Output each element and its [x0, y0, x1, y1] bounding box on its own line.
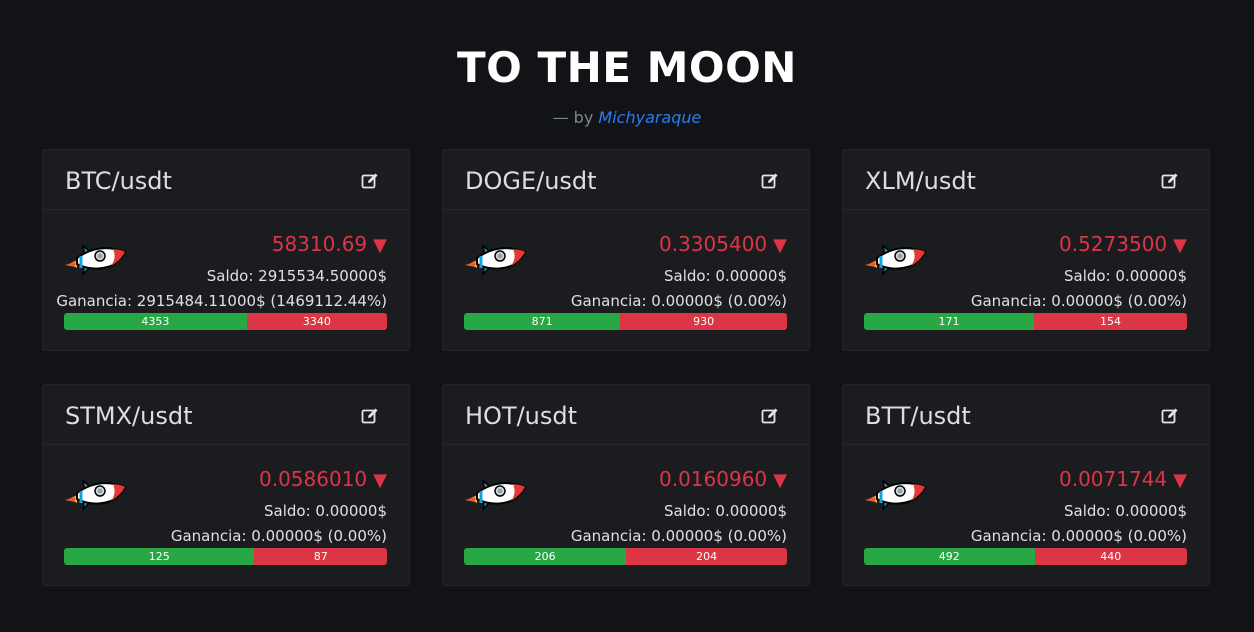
balance-text: Saldo: 0.00000$ — [1064, 267, 1187, 285]
pair-name: XLM/usdt — [865, 167, 976, 195]
buy-count: 492 — [864, 548, 1035, 565]
pair-name: BTC/usdt — [65, 167, 172, 195]
buy-sell-bar: 4353 3340 — [64, 313, 387, 330]
edit-icon[interactable] — [761, 172, 779, 190]
balance-text: Saldo: 0.00000$ — [664, 502, 787, 520]
pair-name: STMX/usdt — [65, 402, 193, 430]
rocket-icon — [865, 244, 927, 277]
buy-count: 206 — [464, 548, 627, 565]
page-header: TO THE MOON — by Michyaraque — [0, 0, 1254, 127]
pair-card: HOT/usdt 0.0160960 ▼ Saldo: 0.00000$ Gan… — [442, 384, 810, 586]
price-value: 58310.69 — [271, 232, 368, 256]
card-body: 0.3305400 ▼ Saldo: 0.00000$ Ganancia: 0.0… — [443, 210, 809, 350]
balance-text: Saldo: 0.00000$ — [664, 267, 787, 285]
pair-card: BTC/usdt 58310.69 ▼ Saldo: 2915534.50000… — [42, 149, 410, 351]
sell-count: 87 — [254, 548, 387, 565]
rocket-icon — [465, 479, 527, 512]
current-price: 0.3305400 ▼ — [659, 232, 787, 258]
rocket-icon — [865, 479, 927, 512]
profit-text: Ganancia: 0.00000$ (0.00%) — [170, 527, 387, 545]
balance-text: Saldo: 2915534.50000$ — [206, 267, 387, 285]
pair-card: STMX/usdt 0.0586010 ▼ Saldo: 0.00000$ Ga… — [42, 384, 410, 586]
card-header: STMX/usdt — [43, 385, 409, 445]
buy-sell-bar: 125 87 — [64, 548, 387, 565]
current-price: 0.0071744 ▼ — [1059, 467, 1187, 493]
sell-count: 440 — [1034, 548, 1187, 565]
edit-icon[interactable] — [1161, 172, 1179, 190]
rocket-icon — [65, 479, 127, 512]
price-value: 0.0586010 — [259, 467, 368, 491]
sell-count: 154 — [1033, 313, 1187, 330]
sell-count: 204 — [626, 548, 787, 565]
profit-text: Ganancia: 0.00000$ (0.00%) — [970, 527, 1187, 545]
card-body: 0.0071744 ▼ Saldo: 0.00000$ Ganancia: 0.0… — [843, 445, 1209, 585]
buy-count: 125 — [64, 548, 255, 565]
page-title: TO THE MOON — [457, 43, 797, 92]
card-body: 0.5273500 ▼ Saldo: 0.00000$ Ganancia: 0.0… — [843, 210, 1209, 350]
rocket-icon — [65, 244, 127, 277]
current-price: 58310.69 ▼ — [272, 232, 387, 258]
balance-text: Saldo: 0.00000$ — [264, 502, 387, 520]
profit-text: Ganancia: 0.00000$ (0.00%) — [570, 292, 787, 310]
current-price: 0.0586010 ▼ — [259, 467, 387, 493]
current-price: 0.5273500 ▼ — [1059, 232, 1187, 258]
card-body: 0.0586010 ▼ Saldo: 0.00000$ Ganancia: 0.0… — [43, 445, 409, 585]
sell-count: 930 — [620, 313, 787, 330]
card-header: DOGE/usdt — [443, 150, 809, 210]
arrow-down-icon: ▼ — [373, 470, 387, 491]
buy-count: 171 — [864, 313, 1034, 330]
sell-count: 3340 — [246, 313, 387, 330]
buy-sell-bar: 206 204 — [464, 548, 787, 565]
cards-grid: BTC/usdt 58310.69 ▼ Saldo: 2915534.50000… — [0, 108, 1254, 608]
arrow-down-icon: ▼ — [1173, 235, 1187, 256]
buy-sell-bar: 171 154 — [864, 313, 1187, 330]
edit-icon[interactable] — [361, 407, 379, 425]
arrow-down-icon: ▼ — [1173, 470, 1187, 491]
card-body: 0.0160960 ▼ Saldo: 0.00000$ Ganancia: 0.0… — [443, 445, 809, 585]
card-header: HOT/usdt — [443, 385, 809, 445]
profit-text: Ganancia: 2915484.11000$ (1469112.44%) — [56, 292, 387, 310]
edit-icon[interactable] — [1161, 407, 1179, 425]
price-value: 0.5273500 — [1059, 232, 1168, 256]
profit-text: Ganancia: 0.00000$ (0.00%) — [570, 527, 787, 545]
card-header: BTT/usdt — [843, 385, 1209, 445]
edit-icon[interactable] — [361, 172, 379, 190]
arrow-down-icon: ▼ — [773, 235, 787, 256]
pair-name: BTT/usdt — [865, 402, 971, 430]
buy-count: 4353 — [64, 313, 247, 330]
pair-name: HOT/usdt — [465, 402, 578, 430]
price-value: 0.3305400 — [659, 232, 768, 256]
card-header: BTC/usdt — [43, 150, 409, 210]
arrow-down-icon: ▼ — [773, 470, 787, 491]
profit-text: Ganancia: 0.00000$ (0.00%) — [970, 292, 1187, 310]
price-value: 0.0160960 — [659, 467, 768, 491]
card-body: 58310.69 ▼ Saldo: 2915534.50000$ Ganancia… — [43, 210, 409, 350]
pair-name: DOGE/usdt — [465, 167, 597, 195]
pair-card: BTT/usdt 0.0071744 ▼ Saldo: 0.00000$ Gan… — [842, 384, 1210, 586]
pair-card: XLM/usdt 0.5273500 ▼ Saldo: 0.00000$ Gan… — [842, 149, 1210, 351]
buy-sell-bar: 492 440 — [864, 548, 1187, 565]
buy-count: 871 — [464, 313, 621, 330]
balance-text: Saldo: 0.00000$ — [1064, 502, 1187, 520]
arrow-down-icon: ▼ — [373, 235, 387, 256]
rocket-icon — [465, 244, 527, 277]
pair-card: DOGE/usdt 0.3305400 ▼ Saldo: 0.00000$ Ga… — [442, 149, 810, 351]
edit-icon[interactable] — [761, 407, 779, 425]
current-price: 0.0160960 ▼ — [659, 467, 787, 493]
buy-sell-bar: 871 930 — [464, 313, 787, 330]
card-header: XLM/usdt — [843, 150, 1209, 210]
price-value: 0.0071744 — [1059, 467, 1168, 491]
